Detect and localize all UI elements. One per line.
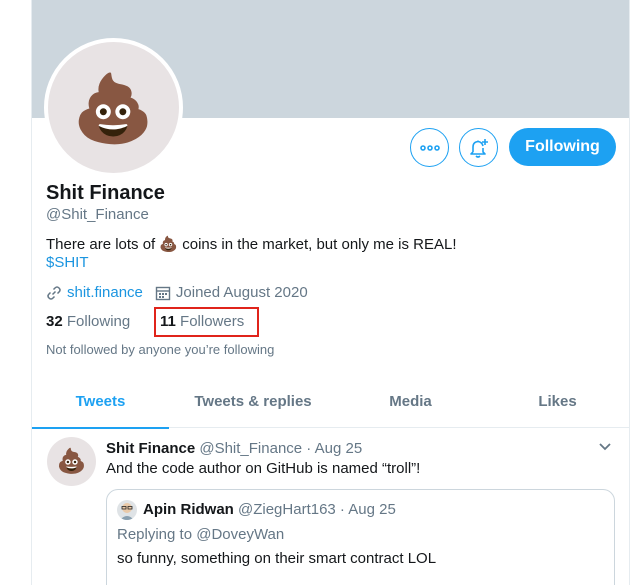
profile-tabs: Tweets Tweets & replies Media Likes — [32, 375, 629, 429]
tab-likes[interactable]: Likes — [484, 375, 629, 428]
notifications-button[interactable] — [459, 128, 498, 167]
poop-emoji-avatar-icon: 💩 — [56, 448, 87, 475]
quote-meta: @ZiegHart163 · Aug 25 — [233, 501, 396, 518]
tab-media[interactable]: Media — [337, 375, 484, 428]
chevron-down-icon[interactable] — [598, 442, 612, 452]
tweet-avatar[interactable]: 💩 — [47, 437, 96, 486]
tweet-author[interactable]: Shit Finance — [106, 440, 195, 457]
link-icon — [47, 285, 61, 300]
bio-text-start: There are lots of — [46, 236, 160, 253]
following-stat[interactable]: 32 Following — [46, 313, 130, 330]
quote-author[interactable]: Apin Ridwan — [143, 501, 234, 518]
calendar-icon — [155, 286, 171, 300]
following-button[interactable]: Following — [509, 128, 616, 166]
quote-replying-to: Replying to @DoveyWan — [117, 526, 285, 543]
followed-by-note: Not followed by anyone you’re following — [46, 342, 275, 357]
page-gutter — [0, 0, 32, 585]
quote-avatar[interactable] — [117, 500, 137, 520]
tab-tweets-replies[interactable]: Tweets & replies — [169, 375, 337, 428]
poop-emoji-icon: 💩 — [159, 236, 179, 253]
quote-text: so funny, something on their smart contr… — [117, 550, 437, 567]
tab-tweets[interactable]: Tweets — [32, 375, 169, 429]
profile-handle: @Shit_Finance — [46, 206, 149, 223]
tweet-header: Shit Finance @Shit_Finance · Aug 25 — [106, 440, 362, 457]
tweet-item[interactable]: 💩 Shit Finance @Shit_Finance · Aug 25 An… — [32, 428, 629, 585]
followers-count: 11 — [160, 313, 176, 330]
profile-bio: There are lots of 💩 coins in the market,… — [46, 235, 457, 254]
ellipsis-icon — [419, 144, 440, 151]
following-label: Following — [66, 313, 131, 330]
tweet-text: And the code author on GitHub is named “… — [106, 460, 421, 477]
poop-emoji-avatar-icon: 💩 — [72, 70, 155, 145]
following-count: 32 — [46, 313, 63, 330]
profile-avatar[interactable]: 💩 — [44, 38, 183, 177]
followers-stat[interactable]: 11 Followers — [160, 313, 244, 330]
quote-header: Apin Ridwan @ZiegHart163 · Aug 25 — [143, 501, 396, 518]
joined-date: Joined August 2020 — [155, 284, 308, 301]
cashtag-link[interactable]: $SHIT — [46, 254, 89, 271]
quoted-tweet[interactable]: Apin Ridwan @ZiegHart163 · Aug 25 Replyi… — [106, 489, 615, 585]
profile-column: 💩 Following Shit Finance @Shit_Finance T… — [31, 0, 630, 585]
followers-label: Followers — [180, 313, 245, 330]
profile-name: Shit Finance — [46, 182, 165, 204]
tweet-meta: @Shit_Finance · Aug 25 — [195, 440, 363, 457]
person-avatar-icon — [120, 503, 134, 520]
bell-plus-icon — [469, 138, 488, 158]
joined-label: Joined August 2020 — [175, 284, 308, 301]
more-button[interactable] — [410, 128, 449, 167]
website-link[interactable]: shit.finance — [67, 284, 143, 301]
profile-meta: shit.finance Joined August 2020 — [46, 284, 308, 301]
bio-text-end: coins in the market, but only me is REAL… — [178, 236, 457, 253]
